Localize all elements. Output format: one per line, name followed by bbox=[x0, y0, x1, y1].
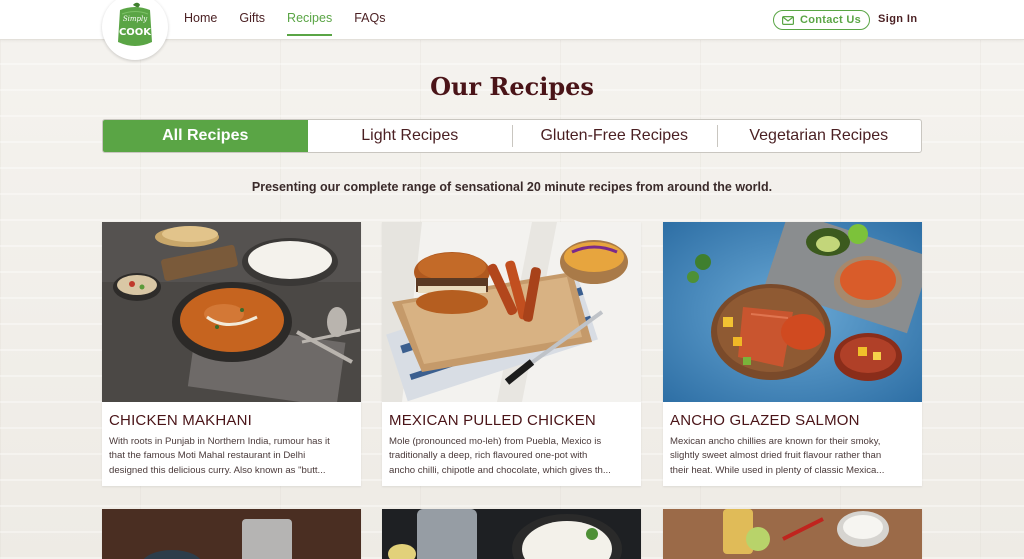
recipe-image-ancho-glazed-salmon bbox=[663, 222, 922, 402]
recipe-title: CHICKEN MAKHANI bbox=[109, 412, 253, 429]
recipe-image-chicken-makhani bbox=[102, 222, 361, 402]
contact-us-button[interactable]: Contact Us bbox=[773, 10, 870, 30]
page-subtitle: Presenting our complete range of sensati… bbox=[251, 180, 773, 194]
nav-home[interactable]: Home bbox=[184, 0, 217, 40]
tab-gluten-free-recipes[interactable]: Gluten-Free Recipes bbox=[512, 120, 717, 152]
recipe-image-mexican-pulled-chicken bbox=[382, 222, 641, 402]
main-nav: Home Gifts Recipes FAQs bbox=[184, 0, 407, 40]
recipe-image bbox=[663, 509, 922, 559]
tab-all-recipes[interactable]: All Recipes bbox=[103, 120, 308, 152]
nav-gifts[interactable]: Gifts bbox=[239, 0, 265, 40]
nav-faqs[interactable]: FAQs bbox=[354, 0, 385, 40]
recipe-title: MEXICAN PULLED CHICKEN bbox=[389, 412, 596, 429]
contact-us-label: Contact Us bbox=[799, 14, 862, 26]
recipe-image bbox=[102, 509, 361, 559]
recipe-card-mexican-pulled-chicken[interactable]: MEXICAN PULLED CHICKEN Mole (pronounced … bbox=[382, 222, 641, 486]
recipe-description: With roots in Punjab in Northern India, … bbox=[109, 436, 330, 476]
recipe-card-ancho-glazed-salmon[interactable]: ANCHO GLAZED SALMON Mexican ancho chilli… bbox=[663, 222, 922, 486]
svg-text:COOK: COOK bbox=[119, 27, 152, 38]
svg-text:Simply: Simply bbox=[123, 15, 148, 23]
recipe-filter-tabs: All Recipes Light Recipes Gluten-Free Re… bbox=[102, 119, 922, 153]
recipe-card-row2-2[interactable] bbox=[382, 509, 641, 559]
recipe-description: Mexican ancho chillies are known for the… bbox=[670, 436, 885, 476]
recipe-description: Mole (pronounced mo-leh) from Puebla, Me… bbox=[389, 436, 611, 476]
logo-mark: Simply COOK bbox=[118, 2, 152, 46]
tab-light-recipes[interactable]: Light Recipes bbox=[308, 120, 513, 152]
recipe-card-row2-3[interactable] bbox=[663, 509, 922, 559]
tab-vegetarian-recipes[interactable]: Vegetarian Recipes bbox=[716, 120, 922, 152]
recipe-card-row2-1[interactable] bbox=[102, 509, 361, 559]
recipe-card-chicken-makhani[interactable]: CHICKEN MAKHANI With roots in Punjab in … bbox=[102, 222, 361, 486]
recipe-image bbox=[382, 509, 641, 559]
sign-in-link[interactable]: Sign In bbox=[878, 13, 917, 25]
mail-icon bbox=[781, 15, 794, 25]
simply-cook-logo[interactable]: Simply COOK bbox=[102, 0, 168, 60]
nav-recipes[interactable]: Recipes bbox=[287, 0, 333, 40]
page-title: Our Recipes bbox=[430, 72, 594, 101]
recipe-title: ANCHO GLAZED SALMON bbox=[670, 412, 860, 429]
